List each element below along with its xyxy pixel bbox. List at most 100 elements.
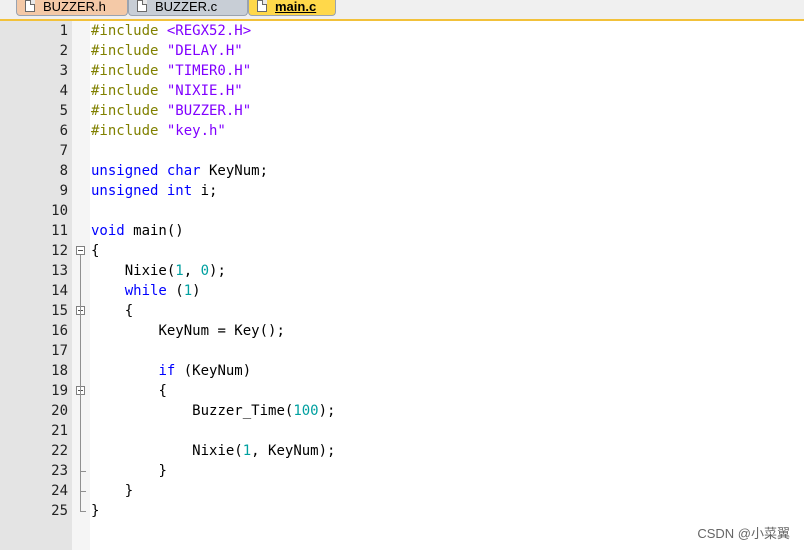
- line-number: 24: [51, 483, 68, 499]
- code-token: main(): [124, 223, 184, 239]
- code-token: 1: [183, 283, 193, 299]
- code-line: #include <REGX52.H>: [91, 21, 251, 41]
- code-token: "BUZZER.H": [166, 103, 252, 119]
- line-number: 7: [59, 143, 68, 159]
- code-line: void main(): [91, 221, 184, 241]
- line-number: 20: [51, 403, 68, 419]
- line-number: 13: [51, 263, 68, 279]
- line-number: 4: [59, 83, 68, 99]
- tab-label: main.c: [275, 0, 317, 14]
- code-line: #include "key.h": [91, 121, 226, 141]
- line-number: 6: [59, 123, 68, 139]
- code-token: {: [91, 243, 100, 259]
- code-token: 0: [200, 263, 210, 279]
- code-token: Buzzer_Time(: [192, 403, 294, 419]
- fold-end-marker: [80, 491, 86, 492]
- line-number: 23: [51, 463, 68, 479]
- tab-main-c[interactable]: main.c: [248, 0, 336, 16]
- line-number: 11: [51, 223, 68, 239]
- code-line: unsigned int i;: [91, 181, 217, 201]
- code-token: 100: [293, 403, 319, 419]
- line-number: 12: [51, 243, 68, 259]
- line-number: 15: [51, 303, 68, 319]
- code-line: Nixie(1, 0);: [91, 261, 226, 281]
- line-number: 2: [59, 43, 68, 59]
- fold-collapse-icon[interactable]: [76, 246, 85, 255]
- code-token: , KeyNum);: [251, 443, 336, 459]
- code-token: #include: [91, 43, 167, 59]
- fold-end-marker: [80, 511, 86, 512]
- file-icon: [257, 0, 267, 12]
- code-token: unsigned int: [91, 183, 193, 199]
- code-line: #include "DELAY.H": [91, 41, 243, 61]
- code-token: }: [158, 463, 167, 479]
- code-line: {: [91, 301, 133, 321]
- line-number: 1: [59, 23, 68, 39]
- tab-buzzer-c[interactable]: BUZZER.c: [128, 0, 248, 16]
- code-token: unsigned char: [91, 163, 201, 179]
- code-token: "TIMER0.H": [166, 63, 252, 79]
- code-token: );: [318, 403, 336, 419]
- code-token: Nixie(: [124, 263, 176, 279]
- line-number: 3: [59, 63, 68, 79]
- code-line: Nixie(1, KeyNum);: [91, 441, 335, 461]
- line-number: 19: [51, 383, 68, 399]
- code-token: {: [158, 383, 167, 399]
- code-line: Buzzer_Time(100);: [91, 401, 335, 421]
- code-line: {: [91, 381, 167, 401]
- code-token: );: [209, 263, 226, 279]
- code-token: "key.h": [166, 123, 226, 139]
- tab-label: BUZZER.c: [155, 0, 218, 14]
- code-token: ): [192, 283, 201, 299]
- code-token: (KeyNum): [175, 363, 252, 379]
- code-token: (: [166, 283, 184, 299]
- code-line: }: [91, 461, 167, 481]
- code-token: }: [124, 483, 134, 499]
- tab-label: BUZZER.h: [43, 0, 106, 14]
- line-number: 8: [59, 163, 68, 179]
- code-token: ,: [183, 263, 201, 279]
- code-token: void: [91, 223, 125, 239]
- code-line: #include "TIMER0.H": [91, 61, 251, 81]
- code-line: {: [91, 241, 99, 261]
- fold-end-marker: [80, 471, 86, 472]
- line-number: 17: [51, 343, 68, 359]
- fold-guide-line: [80, 255, 81, 511]
- code-token: #include: [91, 23, 167, 39]
- line-number: 22: [51, 443, 68, 459]
- file-icon: [25, 0, 35, 12]
- code-token: Nixie(: [192, 443, 243, 459]
- code-token: #include: [91, 63, 167, 79]
- line-number: 5: [59, 103, 68, 119]
- code-token: KeyNum = Key();: [158, 323, 285, 339]
- code-token: 1: [175, 263, 184, 279]
- line-number: 21: [51, 423, 68, 439]
- code-token: {: [124, 303, 134, 319]
- code-token: KeyNum;: [200, 163, 269, 179]
- code-token: <REGX52.H>: [166, 23, 252, 39]
- line-number: 10: [51, 203, 68, 219]
- file-icon: [137, 0, 147, 12]
- watermark: CSDN @小菜翼: [697, 526, 790, 541]
- code-line: if (KeyNum): [91, 361, 251, 381]
- tab-buzzer-h[interactable]: BUZZER.h: [16, 0, 128, 16]
- code-token: "NIXIE.H": [166, 83, 243, 99]
- code-token: "DELAY.H": [166, 43, 243, 59]
- code-token: while: [124, 283, 167, 299]
- code-line: unsigned char KeyNum;: [91, 161, 268, 181]
- code-token: if: [158, 363, 176, 379]
- line-number: 18: [51, 363, 68, 379]
- code-token: 1: [242, 443, 252, 459]
- code-token: #include: [91, 103, 167, 119]
- line-number: 16: [51, 323, 68, 339]
- line-number: 14: [51, 283, 68, 299]
- code-line: #include "BUZZER.H": [91, 101, 251, 121]
- line-number: 9: [59, 183, 68, 199]
- code-token: i;: [192, 183, 218, 199]
- code-line: while (1): [91, 281, 201, 301]
- tab-bar: BUZZER.h BUZZER.c main.c: [0, 0, 804, 21]
- line-number: 25: [51, 503, 68, 519]
- code-line: }: [91, 481, 133, 501]
- code-line: }: [91, 501, 99, 521]
- code-token: #include: [91, 83, 167, 99]
